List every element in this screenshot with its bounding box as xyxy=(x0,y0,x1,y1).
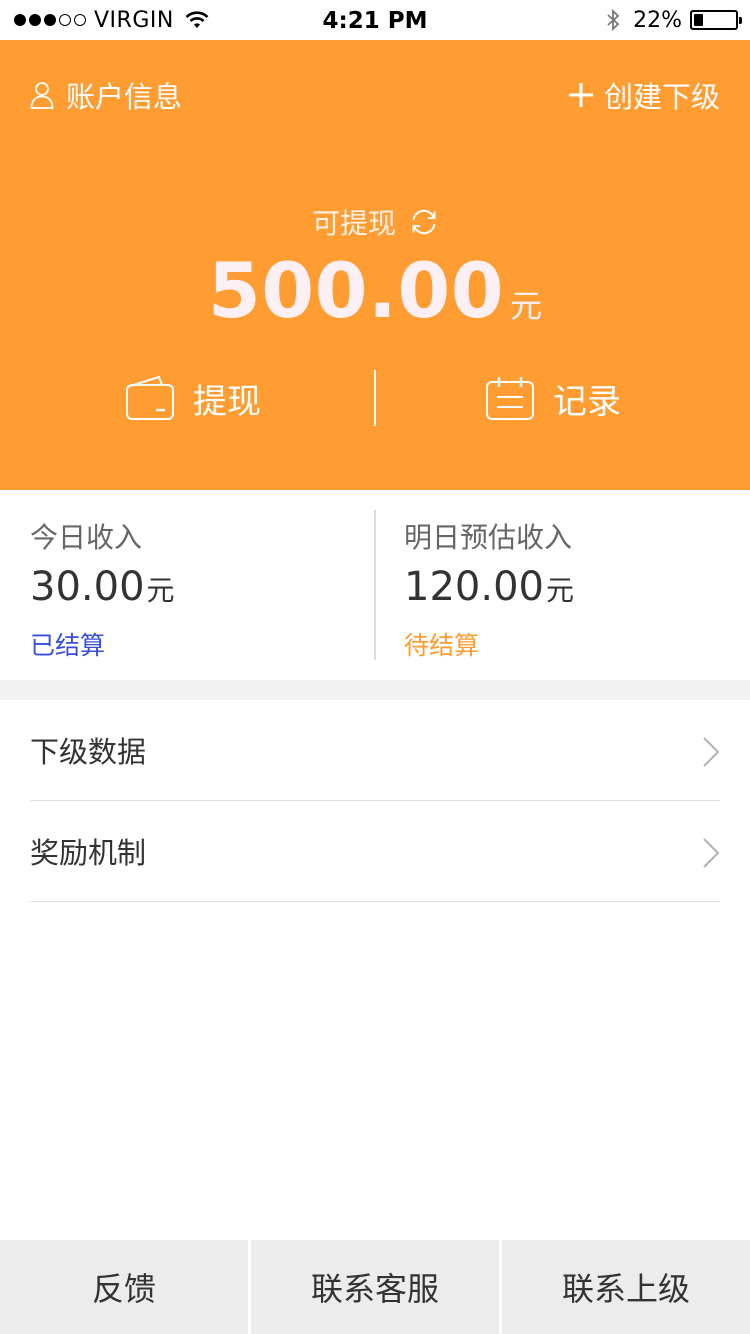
list-item-subordinate-data[interactable]: 下级数据 xyxy=(30,700,720,801)
records-label: 记录 xyxy=(553,381,621,422)
create-subordinate-button[interactable]: 创建下级 xyxy=(568,74,720,116)
contact-service-button[interactable]: 联系客服 xyxy=(251,1240,499,1334)
income-divider xyxy=(374,510,376,660)
withdraw-label: 提现 xyxy=(193,381,261,422)
bluetooth-icon xyxy=(607,8,620,32)
chevron-right-icon xyxy=(703,737,720,767)
account-info-button[interactable]: 账户信息 xyxy=(30,74,182,116)
balance-header: 账户信息 创建下级 可提现 500.00 元 提现 记录 xyxy=(0,40,750,490)
account-info-label: 账户信息 xyxy=(66,80,183,114)
plus-icon xyxy=(568,83,593,107)
contact-superior-button[interactable]: 联系上级 xyxy=(502,1240,750,1334)
wallet-icon xyxy=(126,375,174,420)
user-icon xyxy=(30,82,54,109)
feedback-button[interactable]: 反馈 xyxy=(0,1240,248,1334)
today-income-label: 今日收入 xyxy=(30,521,143,554)
available-row: 可提现 xyxy=(0,202,750,242)
today-income-amount: 30.00 xyxy=(30,564,145,610)
balance-row: 500.00 元 xyxy=(0,246,750,335)
refresh-icon[interactable] xyxy=(410,208,438,236)
status-bar: VIRGIN 4:21 PM 22% xyxy=(0,0,750,40)
bottom-bar: 反馈 联系客服 联系上级 xyxy=(0,1240,750,1334)
today-income-unit: 元 xyxy=(146,574,175,607)
actions-divider xyxy=(374,370,376,426)
balance-unit: 元 xyxy=(510,287,543,325)
battery-icon xyxy=(690,10,742,30)
list-item-reward-mechanism[interactable]: 奖励机制 xyxy=(30,801,720,902)
tomorrow-income-amount: 120.00 xyxy=(404,564,544,610)
battery-level xyxy=(694,14,703,26)
tomorrow-income-label: 明日预估收入 xyxy=(404,521,573,554)
menu-list: 下级数据 奖励机制 xyxy=(0,700,750,902)
withdraw-button[interactable]: 提现 xyxy=(125,370,261,426)
tomorrow-income-unit: 元 xyxy=(545,574,574,607)
tomorrow-income-status: 待结算 xyxy=(404,631,480,660)
status-right: 22% xyxy=(605,0,742,40)
battery-percent: 22% xyxy=(633,7,682,33)
records-button[interactable]: 记录 xyxy=(485,370,621,426)
balance-actions: 提现 记录 xyxy=(0,370,750,426)
calendar-icon xyxy=(486,377,534,420)
tomorrow-income-value: 120.00 元 xyxy=(404,564,574,610)
chevron-right-icon xyxy=(703,838,720,868)
balance-amount: 500.00 xyxy=(207,246,505,335)
income-panel: 今日收入 30.00 元 已结算 明日预估收入 120.00 元 待结算 xyxy=(0,490,750,680)
today-income-value: 30.00 元 xyxy=(30,564,175,610)
section-gap xyxy=(0,680,750,700)
available-label: 可提现 xyxy=(311,207,396,240)
list-item-label: 下级数据 xyxy=(30,735,147,769)
list-item-label: 奖励机制 xyxy=(30,836,147,870)
today-income-status: 已结算 xyxy=(30,631,106,660)
create-subordinate-label: 创建下级 xyxy=(603,80,720,114)
